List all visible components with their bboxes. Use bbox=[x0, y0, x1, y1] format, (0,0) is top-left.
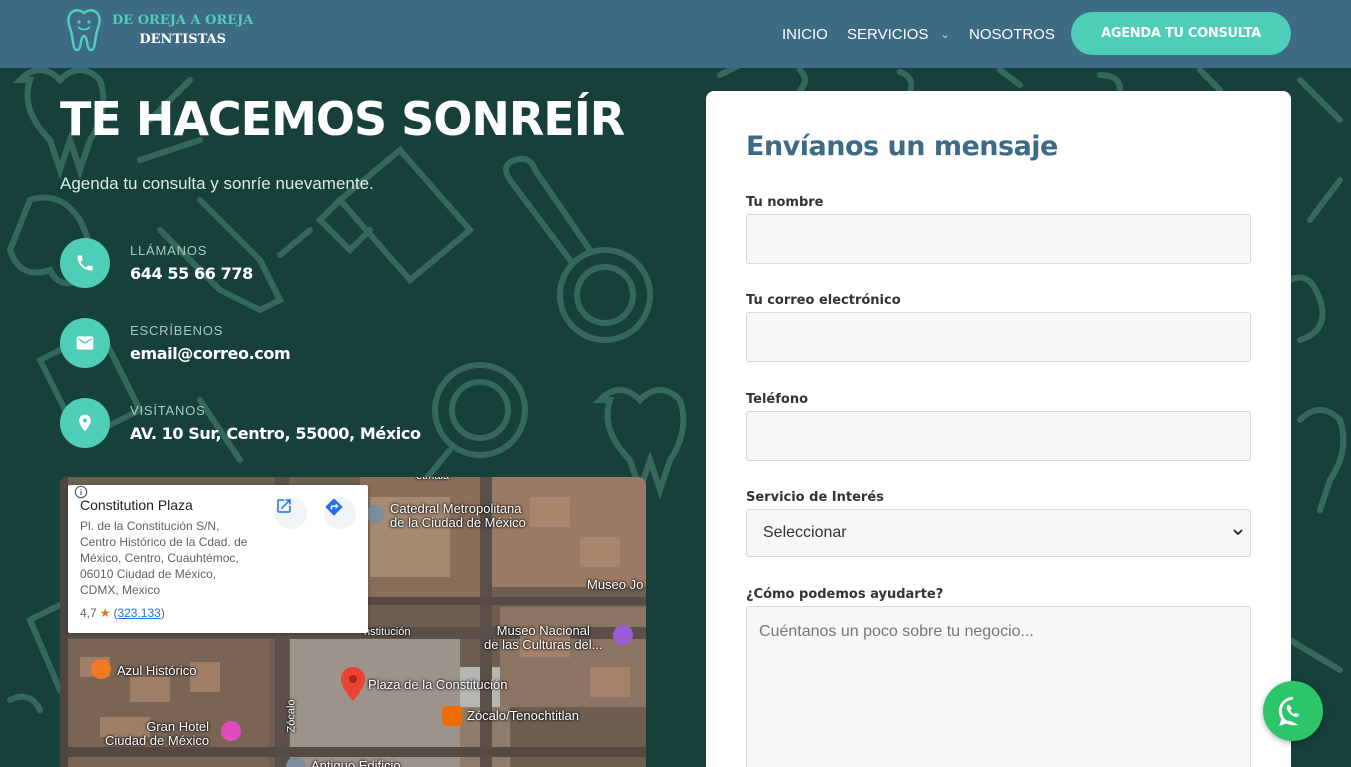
star-icon: ★ bbox=[99, 606, 111, 620]
map-label-plaza: Plaza de la Constitución bbox=[368, 677, 508, 692]
location-pin-icon bbox=[60, 398, 110, 448]
chevron-down-icon: ⌄ bbox=[940, 28, 950, 41]
phone-label: Teléfono bbox=[746, 392, 809, 407]
reviews-link[interactable]: 323.133 bbox=[117, 606, 160, 620]
nav-inicio-label: INICIO bbox=[782, 25, 828, 43]
contact-address-value: AV. 10 Sur, Centro, 55000, México bbox=[130, 424, 421, 443]
whatsapp-icon bbox=[1278, 696, 1299, 726]
site-logo[interactable]: DE OREJA A OREJA DENTISTAS bbox=[66, 8, 253, 52]
directions-button[interactable] bbox=[324, 497, 356, 529]
name-label: Tu nombre bbox=[746, 195, 824, 210]
rating-value: 4,7 bbox=[80, 606, 97, 620]
nav-servicios-label: SERVICIOS bbox=[847, 25, 929, 43]
message-label: ¿Cómo podemos ayudarte? bbox=[746, 587, 944, 602]
name-field[interactable] bbox=[746, 214, 1251, 264]
service-select-value: Seleccionar bbox=[763, 524, 847, 541]
contact-phone[interactable]: LLÁMANOS 644 55 66 778 bbox=[60, 238, 253, 288]
map-label-azul-historico: Azul Histórico bbox=[117, 663, 197, 678]
map-label-hotel: Gran Hotel Ciudad de México bbox=[105, 719, 210, 748]
email-label: Tu correo electrónico bbox=[746, 293, 901, 308]
message-placeholder: Cuéntanos un poco sobre tu negocio... bbox=[759, 623, 1034, 640]
map-label-museo-nacional: Museo Nacional de las Culturas del... bbox=[484, 623, 603, 652]
message-textarea[interactable]: Cuéntanos un poco sobre tu negocio... bbox=[746, 606, 1251, 767]
nav-nosotros[interactable]: NOSOTROS bbox=[969, 0, 1055, 68]
phone-icon bbox=[60, 238, 110, 288]
map-street-label: etmala bbox=[416, 477, 449, 483]
map-label-catedral: Catedral Metropolitana de la Ciudad de M… bbox=[390, 501, 526, 530]
contact-address[interactable]: VISÍTANOS AV. 10 Sur, Centro, 55000, Méx… bbox=[60, 398, 421, 448]
embedded-map[interactable]: Catedral Metropolitana de la Ciudad de M… bbox=[60, 477, 646, 767]
info-icon[interactable] bbox=[74, 485, 88, 499]
whatsapp-button[interactable] bbox=[1263, 681, 1323, 741]
contact-address-label: VISÍTANOS bbox=[130, 403, 206, 418]
mail-icon bbox=[60, 318, 110, 368]
contact-phone-label: LLÁMANOS bbox=[130, 243, 208, 258]
logo-line-2: DENTISTAS bbox=[139, 32, 227, 47]
contact-email[interactable]: ESCRÍBENOS email@correo.com bbox=[60, 318, 291, 368]
service-select[interactable]: Seleccionar bbox=[746, 509, 1251, 557]
form-title: Envíanos un mensaje bbox=[746, 131, 1058, 162]
map-label-zocalo: Zócalo/Tenochtitlan bbox=[467, 708, 580, 723]
contact-form: Envíanos un mensaje Tu nombre Tu correo … bbox=[706, 91, 1291, 767]
map-place-name: Constitution Plaza bbox=[80, 497, 193, 513]
map-label-antiguo: Antiguo Edificio bbox=[311, 758, 401, 767]
service-label: Servicio de Interés bbox=[746, 490, 884, 505]
map-place-address: Pl. de la Constitución S/N, Centro Histó… bbox=[80, 519, 248, 597]
contact-email-value: email@correo.com bbox=[130, 344, 291, 363]
nav-servicios[interactable]: SERVICIOS ⌄ bbox=[847, 0, 950, 68]
open-in-maps-button[interactable] bbox=[275, 497, 307, 529]
hero-subtitle: Agenda tu consulta y sonríe nuevamente. bbox=[60, 174, 374, 193]
map-place-rating: 4,7 ★ (323.133) bbox=[74, 485, 356, 620]
map-label-museo-jo: Museo Jo bbox=[587, 577, 644, 592]
agenda-consulta-button[interactable]: AGENDA TU CONSULTA bbox=[1071, 12, 1291, 55]
map-street-zocalo: Zócalo bbox=[285, 699, 298, 733]
map-street-constitucion: nstitución bbox=[364, 626, 411, 638]
external-link-icon bbox=[277, 499, 291, 513]
map-place-card: Constitution Plaza Pl. de la Constitució… bbox=[68, 485, 368, 633]
chevron-down-icon bbox=[1233, 529, 1243, 536]
nav-nosotros-label: NOSOTROS bbox=[969, 25, 1055, 43]
phone-field[interactable] bbox=[746, 411, 1251, 461]
email-field[interactable] bbox=[746, 312, 1251, 362]
logo-line-1: DE OREJA A OREJA bbox=[112, 13, 254, 28]
nav-inicio[interactable]: INICIO bbox=[782, 0, 828, 68]
contact-phone-value: 644 55 66 778 bbox=[130, 264, 253, 283]
site-header: DE OREJA A OREJA DENTISTAS INICIO SERVIC… bbox=[0, 0, 1351, 68]
tooth-logo-icon bbox=[67, 9, 101, 52]
contact-email-label: ESCRÍBENOS bbox=[130, 323, 224, 338]
hero-title: TE HACEMOS SONREÍR bbox=[60, 92, 625, 146]
directions-icon bbox=[325, 498, 343, 516]
